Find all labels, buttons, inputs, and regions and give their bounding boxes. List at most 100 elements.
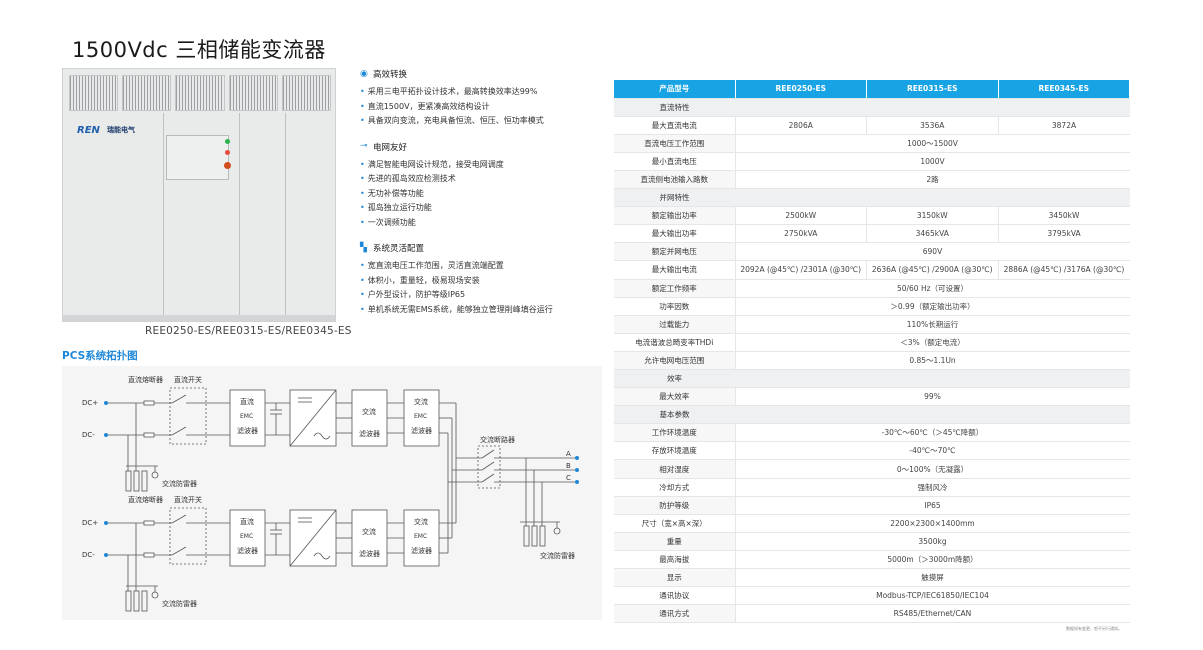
page-title: 1500Vdc 三相储能变流器 [72,38,326,62]
spec-section-fill [735,98,1130,117]
feature-item: 孤岛独立运行功能 [360,201,600,216]
spec-row: 额定工作频率 50/60 Hz（可设置） [614,279,1130,298]
spec-label: 最大输出电流 [614,260,735,280]
spec-label: 额定并网电压 [614,242,735,262]
product-cabinet-image: REN 瑞能电气 [62,68,336,322]
spec-value: IP65 [734,496,1130,515]
spec-label: 最大输出功率 [614,224,735,244]
spec-header-row: 产品型号 REE0250-ES REE0315-ES REE0345-ES [614,80,1130,99]
spec-label: 尺寸（宽×高×深） [614,514,735,533]
feature-item: 具备双向变流，充电具备恒流、恒压、恒功率模式 [360,114,600,129]
spec-label: 最小直流电压 [614,152,735,171]
dc-minus-label: DC- [82,551,95,559]
grid-icon: ⊸ [360,141,368,151]
dc-emc-line2: EMC [240,413,253,420]
spec-section-row: 基本参数 [614,405,1130,425]
feature-heading: 高效转换 [373,70,408,80]
spec-row: 直流侧电池输入路数 2路 [614,170,1130,190]
spec-header-cell: REE0250-ES [735,80,867,99]
spec-value: -40℃～70℃ [734,441,1130,461]
fault-led-icon [225,150,230,155]
spec-label: 直流电压工作范围 [614,134,735,153]
feature-heading: 系统灵活配置 [373,244,425,254]
spec-value: ＞0.99（额定输出功率） [734,297,1130,316]
spec-section-fill [735,405,1130,425]
brand-name: 瑞能电气 [107,126,135,134]
spec-row: 最小直流电压 1000V [614,152,1130,171]
spec-section-label: 基本参数 [614,405,735,425]
spec-value: 2500kW [734,206,867,226]
spec-label: 过载能力 [614,315,735,334]
spec-label: 工作环境温度 [614,423,735,443]
spec-value: 3500kg [734,532,1130,551]
ac-filter-line1: 交流 [362,527,376,536]
phase-c-label: C [566,474,571,482]
spec-value: 3536A [866,116,998,135]
spec-label: 最大效率 [614,387,735,407]
spec-row: 通讯方式 RS485/Ethernet/CAN [614,604,1130,624]
spec-value: 触摸屏 [734,568,1130,588]
dc-plus-label: DC+ [82,399,98,407]
spec-label: 冷却方式 [614,478,735,497]
ac-filter-line1: 交流 [362,407,376,416]
footnote: 数据如有变更，恕不另行通知。 [1066,626,1122,631]
spec-row: 允许电网电压范围 0.85～1.1Un [614,351,1130,371]
spec-row: 重量 3500kg [614,532,1130,551]
spec-row: 最高海拔 5000m（＞3000m降额） [614,550,1130,570]
spec-row: 额定输出功率 2500kW 3150kW 3450kW [614,206,1130,226]
spec-row: 显示 触摸屏 [614,568,1130,588]
spec-value: 3150kW [866,206,998,226]
feature-item: 采用三电平拓扑设计技术，最高转换效率达99% [360,85,600,100]
feature-item: 宽直流电压工作范围，灵活直流端配置 [360,259,600,274]
spec-row: 过载能力 110%长期运行 [614,315,1130,334]
spec-row: 功率因数 ＞0.99（额定输出功率） [614,297,1130,316]
ac-emc-line1: 交流 [414,397,428,406]
spec-value: 2路 [734,170,1130,190]
spec-section-row: 效率 [614,369,1130,389]
feature-item: 满足智能电网设计规范，接受电网调度 [360,158,600,173]
spec-value: 5000m（＞3000m降额） [734,550,1130,570]
ac-breaker-label: 交流断路器 [480,435,515,444]
spec-value: 3465kVA [866,224,998,244]
dc-emc-line3: 滤波器 [237,426,258,435]
spec-row: 额定并网电压 690V [614,242,1130,262]
spec-row: 直流电压工作范围 1000～1500V [614,134,1130,153]
dc-emc-line2: EMC [240,533,253,540]
spec-header-cell: 产品型号 [614,80,736,99]
ac-emc-line1: 交流 [414,517,428,526]
spec-row: 电流谐波总畸变率THDi ＜3%（额定电流） [614,333,1130,352]
ac-emc-line3: 滤波器 [411,426,432,435]
spec-value: 2750kVA [734,224,867,244]
spec-value: 1000V [734,152,1130,171]
dc-plus-label: DC+ [82,519,98,527]
spec-label: 最大直流电流 [614,116,735,135]
spec-section-fill [735,188,1130,208]
spec-label: 电流谐波总畸变率THDi [614,333,735,352]
config-icon: ▚ [360,242,367,253]
feature-item: 单机系统无需EMS系统，能够独立管理削峰填谷运行 [360,303,600,318]
features-list: ◉ 高效转换 采用三电平拓扑设计技术，最高转换效率达99% 直流1500V，更紧凑… [360,68,600,329]
spec-label: 通讯方式 [614,604,735,624]
spec-value: 3450kW [997,206,1130,226]
ac-filter-line2: 滤波器 [359,549,380,558]
feature-group-grid: ⊸ 电网友好 满足智能电网设计规范，接受电网调度 先进的孤岛效应检测技术 无功补偿… [360,141,600,231]
feature-group-efficiency: ◉ 高效转换 采用三电平拓扑设计技术，最高转换效率达99% 直流1500V，更紧凑… [360,68,600,129]
topology-diagram: DC+ DC- DC+ DC- 直流熔断器 直流开关 直流熔断器 直流开关 直流… [62,366,602,620]
feature-item: 无功补偿等功能 [360,187,600,202]
dc-emc-line1: 直流 [240,517,254,526]
cabinet-vents [69,75,332,111]
spec-value: 3872A [997,116,1130,135]
stop-button-icon [224,162,231,169]
spec-label: 通讯协议 [614,586,735,606]
phase-a-label: A [566,450,571,458]
spec-label: 相对湿度 [614,459,735,479]
spec-section-fill [735,369,1130,389]
spec-label: 最高海拔 [614,550,735,570]
spec-label: 防护等级 [614,496,735,515]
feature-item: 直流1500V，更紧凑高效结构设计 [360,100,600,115]
spec-value: 2636A (@45℃) /2900A (@30℃) [866,260,998,280]
ac-emc-line3: 滤波器 [411,546,432,555]
control-panel [166,135,229,180]
feature-item: 户外型设计，防护等级IP65 [360,288,600,303]
feature-item: 先进的孤岛效应检测技术 [360,172,600,187]
